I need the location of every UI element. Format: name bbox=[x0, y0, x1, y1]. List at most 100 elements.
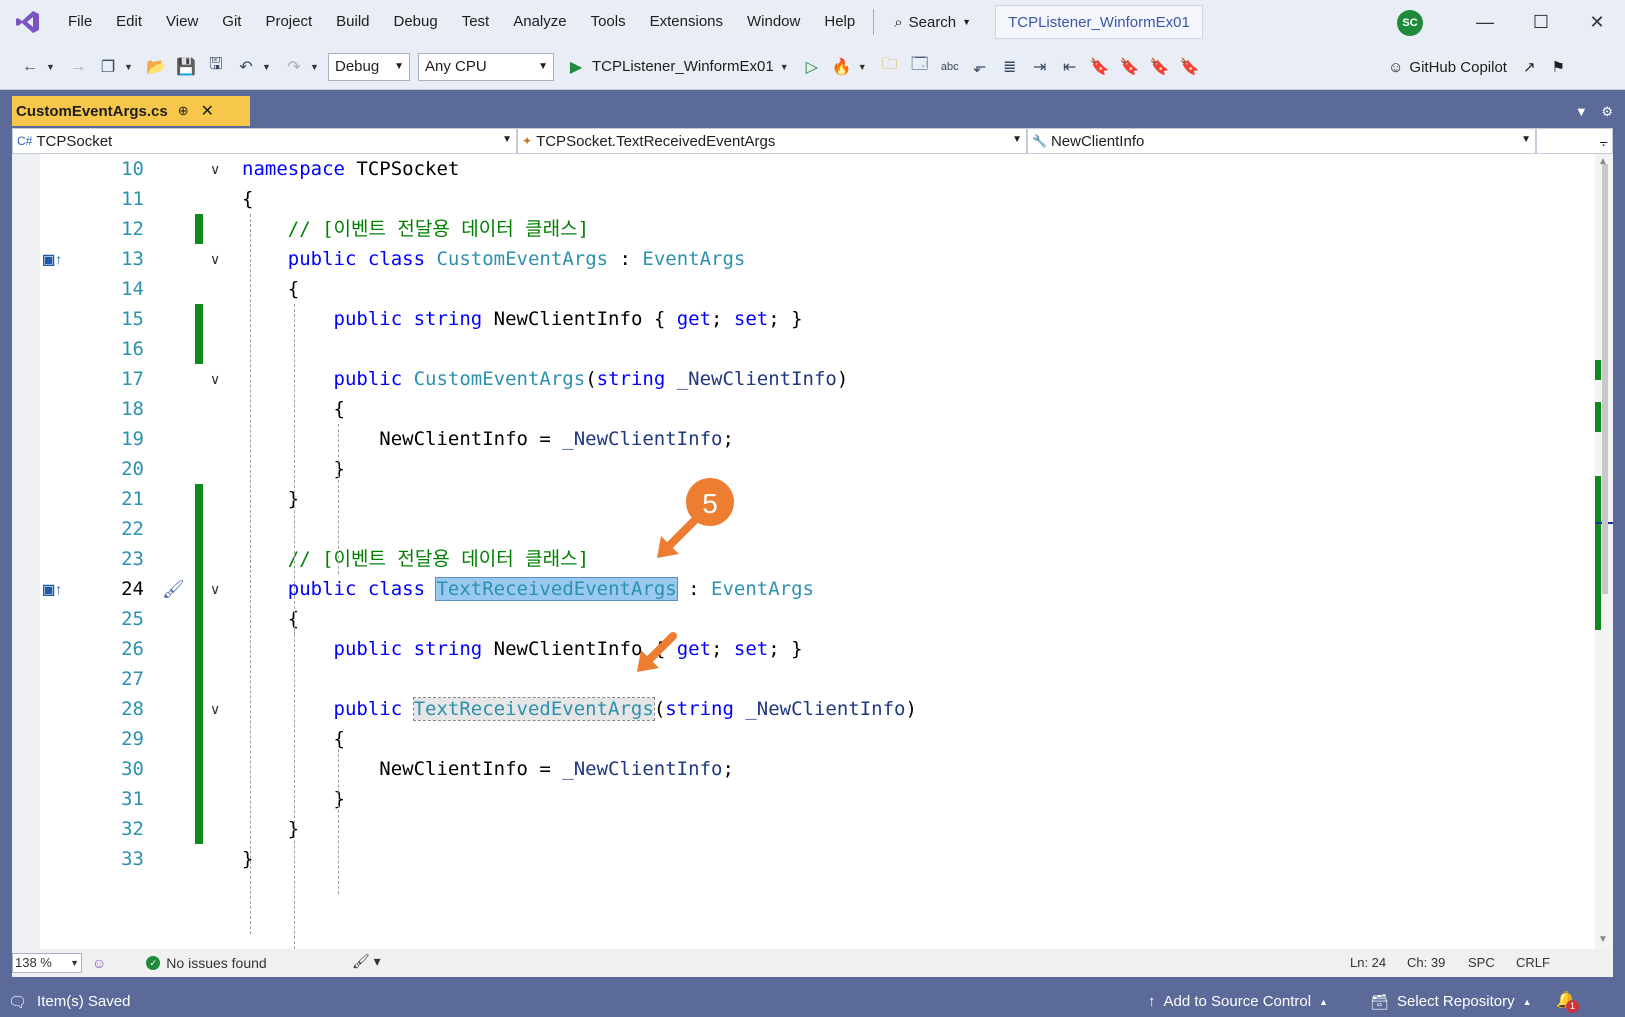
copilot-icon: ☺ bbox=[1388, 58, 1404, 76]
start-without-debug-icon[interactable]: ▷ bbox=[798, 53, 826, 81]
back-icon[interactable]: ← bbox=[16, 53, 44, 81]
menu-item-analyze[interactable]: Analyze bbox=[501, 0, 578, 44]
zoom-select[interactable]: 138 % ▼ bbox=[12, 953, 82, 973]
spell-check-icon[interactable]: abc bbox=[936, 53, 964, 81]
base-type-navigation-icon[interactable]: ▣↑ bbox=[42, 244, 62, 274]
clear-bookmarks-icon[interactable]: 🔖 bbox=[1176, 53, 1204, 81]
solution-explorer-icon[interactable]: 🗀 bbox=[876, 53, 904, 81]
visual-studio-logo-icon[interactable] bbox=[0, 0, 56, 44]
project-combo[interactable]: C# TCPSocket ▼ bbox=[12, 128, 517, 154]
fold-chevron-icon[interactable]: ∨ bbox=[210, 364, 220, 394]
copilot-status-icon[interactable]: ☺ bbox=[92, 955, 106, 971]
save-all-icon[interactable]: 🖫 bbox=[202, 53, 230, 81]
menu-item-file[interactable]: File bbox=[56, 0, 104, 44]
menu-item-help[interactable]: Help bbox=[812, 0, 867, 44]
share-icon[interactable]: ↗ bbox=[1523, 58, 1536, 76]
new-project-icon[interactable]: ❐ bbox=[94, 53, 122, 81]
add-to-source-control-button[interactable]: ↑ Add to Source Control ▲ bbox=[1148, 986, 1328, 1017]
base-type-navigation-icon[interactable]: ▣↑ bbox=[42, 574, 62, 604]
close-window-button[interactable]: ✕ bbox=[1569, 0, 1625, 44]
redo-dropdown[interactable]: ▼ bbox=[310, 62, 322, 72]
bookmark-icon[interactable]: 🔖 bbox=[1086, 53, 1114, 81]
start-debug-icon[interactable]: ▶ bbox=[562, 53, 590, 81]
code-editor[interactable]: 10 ∨ namespace TCPSocket 11 {12 // [이벤트 전달용 … bbox=[12, 154, 1595, 949]
code-token: : bbox=[676, 578, 712, 600]
quick-actions-brush-icon[interactable]: 🖌 bbox=[162, 574, 185, 604]
user-avatar[interactable]: SC bbox=[1397, 10, 1423, 36]
menu-item-debug[interactable]: Debug bbox=[382, 0, 450, 44]
github-copilot-button[interactable]: ☺ GitHub Copilot ↗ ⚑ bbox=[1388, 44, 1565, 90]
menu-item-git[interactable]: Git bbox=[210, 0, 253, 44]
fold-chevron-icon[interactable]: ∨ bbox=[210, 694, 220, 724]
close-tab-icon[interactable]: ✕ bbox=[201, 101, 214, 121]
run-target-label[interactable]: TCPListener_WinformEx01 bbox=[592, 58, 774, 75]
line-ending-indicator[interactable]: CRLF bbox=[1516, 949, 1550, 977]
feedback-icon[interactable]: ⚑ bbox=[1552, 58, 1565, 76]
vertical-scrollbar[interactable]: ▲ ▼ bbox=[1595, 154, 1613, 949]
platform-select[interactable]: Any CPU ▼ bbox=[418, 52, 554, 81]
split-editor-button[interactable]: ⨪ bbox=[1536, 128, 1613, 154]
menu-item-test[interactable]: Test bbox=[450, 0, 502, 44]
select-repository-button[interactable]: 🗃 Select Repository ▲ bbox=[1370, 986, 1532, 1017]
back-dropdown[interactable]: ▼ bbox=[46, 62, 58, 72]
code-token: public bbox=[242, 368, 414, 390]
fold-chevron-icon[interactable]: ∨ bbox=[210, 574, 220, 604]
code-token: ; bbox=[722, 428, 734, 450]
search-button[interactable]: ⌕ Search ▼ bbox=[884, 14, 981, 31]
code-cleanup-icon[interactable]: 🖌 ▾ bbox=[352, 953, 381, 970]
save-icon[interactable]: 💾 bbox=[172, 53, 200, 81]
line-number: 16 bbox=[121, 338, 144, 360]
configuration-select[interactable]: Debug ▼ bbox=[328, 52, 410, 81]
solution-name-tab[interactable]: TCPListener_WinformEx01 bbox=[995, 5, 1203, 39]
code-text: // [이벤트 전달용 데이터 클래스] bbox=[242, 214, 589, 244]
menu-item-tools[interactable]: Tools bbox=[579, 0, 638, 44]
new-project-dropdown[interactable]: ▼ bbox=[124, 62, 136, 72]
undo-icon[interactable]: ↶ bbox=[232, 53, 260, 81]
member-combo[interactable]: 🔧 NewClientInfo ▼ bbox=[1027, 128, 1536, 154]
gear-icon[interactable]: ⚙ bbox=[1601, 104, 1613, 119]
pin-icon[interactable]: ⊕ bbox=[178, 103, 189, 119]
code-token: NewClientInfo = bbox=[242, 758, 563, 780]
next-bookmark-icon[interactable]: 🔖 bbox=[1146, 53, 1174, 81]
output-window-icon[interactable]: 🗨 bbox=[8, 993, 27, 1011]
whitespace-indicator[interactable]: SPC bbox=[1468, 949, 1495, 977]
code-line[interactable]: 10 ∨ namespace TCPSocket bbox=[12, 154, 1595, 184]
properties-icon[interactable]: ≣ bbox=[996, 53, 1024, 81]
menu-item-window[interactable]: Window bbox=[735, 0, 812, 44]
open-folder-icon[interactable]: 📂 bbox=[142, 53, 170, 81]
undo-dropdown[interactable]: ▼ bbox=[262, 62, 274, 72]
char-indicator[interactable]: Ch: 39 bbox=[1407, 949, 1445, 977]
menu-item-extensions[interactable]: Extensions bbox=[638, 0, 735, 44]
fold-chevron-icon[interactable]: ∨ bbox=[210, 154, 220, 184]
menu-item-edit[interactable]: Edit bbox=[104, 0, 154, 44]
change-tracking-bar bbox=[195, 754, 203, 784]
menu-item-view[interactable]: View bbox=[154, 0, 210, 44]
forward-icon[interactable]: → bbox=[64, 53, 92, 81]
redo-icon[interactable]: ↷ bbox=[280, 53, 308, 81]
minimize-button[interactable]: — bbox=[1457, 0, 1513, 44]
type-combo[interactable]: ✦ TCPSocket.TextReceivedEventArgs ▼ bbox=[517, 128, 1027, 154]
issues-indicator[interactable]: ✓ No issues found bbox=[146, 955, 267, 971]
hot-reload-icon[interactable]: 🔥 bbox=[828, 53, 856, 81]
indent-icon[interactable]: ⇥ bbox=[1026, 53, 1054, 81]
scroll-down-arrow-icon[interactable]: ▼ bbox=[1598, 934, 1608, 945]
run-target-dropdown[interactable]: ▼ bbox=[780, 62, 792, 72]
browser-icon[interactable]: 🗔 bbox=[906, 53, 934, 81]
line-indicator[interactable]: Ln: 24 bbox=[1350, 949, 1386, 977]
menu-item-project[interactable]: Project bbox=[253, 0, 324, 44]
code-text: NewClientInfo = _NewClientInfo; bbox=[242, 754, 734, 784]
change-tracking-bar bbox=[195, 214, 203, 244]
code-token: _NewClientInfo bbox=[562, 428, 723, 450]
outdent-icon[interactable]: ⇤ bbox=[1056, 53, 1084, 81]
document-tab[interactable]: CustomEventArgs.cs ⊕ ✕ bbox=[12, 96, 250, 126]
chevron-down-icon[interactable]: ▼ bbox=[1575, 104, 1588, 119]
menu-item-build[interactable]: Build bbox=[324, 0, 381, 44]
csharp-project-icon: C# bbox=[17, 134, 33, 148]
select-element-icon[interactable]: ⬐ bbox=[966, 53, 994, 81]
prev-bookmark-icon[interactable]: 🔖 bbox=[1116, 53, 1144, 81]
hot-reload-dropdown[interactable]: ▼ bbox=[858, 62, 870, 72]
code-line[interactable]: 11 { bbox=[12, 184, 1595, 214]
maximize-button[interactable]: ☐ bbox=[1513, 0, 1569, 44]
scroll-thumb[interactable] bbox=[1602, 164, 1608, 594]
fold-chevron-icon[interactable]: ∨ bbox=[210, 244, 220, 274]
